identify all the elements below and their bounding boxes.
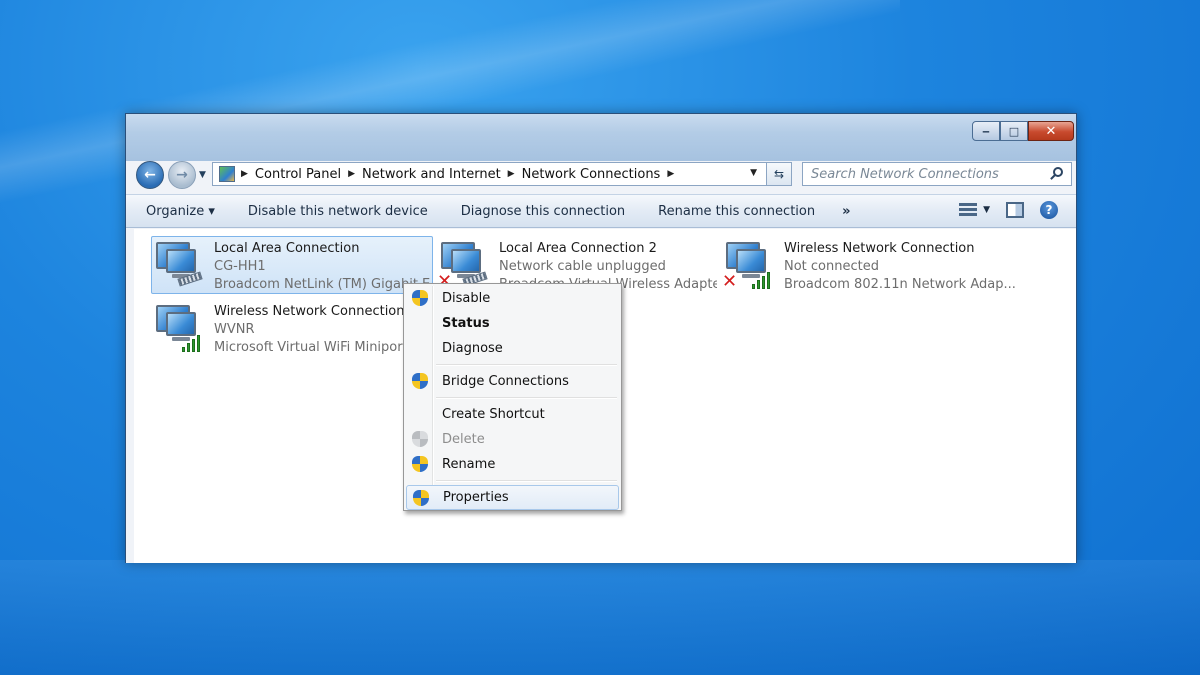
command-bar: Organize ▾ Disable this network device D… [126, 194, 1076, 228]
forward-arrow-icon: → [176, 167, 188, 183]
breadcrumb-chevron-icon[interactable]: ▶ [667, 169, 674, 179]
control-panel-icon [219, 166, 235, 182]
menu-item-label: Create Shortcut [442, 407, 545, 422]
connection-context-menu: Disable Status Diagnose Bridge Connectio… [403, 283, 622, 511]
breadcrumb-network-and-internet[interactable]: Network and Internet [362, 167, 501, 182]
uac-shield-icon [412, 290, 428, 307]
desktop-bottom-shade [0, 560, 1200, 675]
menu-item-create-shortcut[interactable]: Create Shortcut [406, 402, 619, 427]
connection-adapter: Broadcom NetLink (TM) Gigabit E [214, 277, 431, 292]
more-commands-button[interactable]: » [842, 204, 850, 219]
caption-buttons: ‒ □ ✕ [972, 121, 1074, 141]
menu-item-bridge-connections[interactable]: Bridge Connections [406, 369, 619, 394]
help-icon[interactable]: ? [1040, 201, 1058, 219]
menu-item-label: Disable [442, 291, 491, 306]
title-bar: ‒ □ ✕ [126, 114, 1076, 161]
connection-name: Wireless Network Connection 2 [214, 304, 417, 319]
connection-wireless[interactable]: ✕ Wireless Network Connection Not connec… [721, 236, 1021, 294]
forward-button[interactable]: → [168, 161, 196, 189]
close-button[interactable]: ✕ [1028, 121, 1074, 141]
wireless-network-icon: ✕ [722, 237, 778, 293]
breadcrumb-chevron-icon[interactable]: ▶ [508, 169, 515, 179]
signal-bars-icon [752, 269, 776, 289]
connection-local-area[interactable]: Local Area Connection CG-HH1 Broadcom Ne… [151, 236, 433, 294]
uac-shield-icon [412, 373, 428, 390]
connection-wireless-2[interactable]: Wireless Network Connection 2 WVNR Micro… [151, 299, 433, 357]
menu-item-label: Bridge Connections [442, 374, 569, 389]
view-options-chevron-down-icon[interactable]: ▼ [983, 205, 990, 215]
back-arrow-icon: ← [144, 167, 156, 183]
diagnose-connection-button[interactable]: Diagnose this connection [461, 204, 625, 219]
change-view-icon[interactable] [959, 202, 978, 218]
menu-item-properties[interactable]: Properties [406, 485, 619, 510]
connection-name: Wireless Network Connection [784, 241, 975, 256]
recent-pages-chevron-down-icon[interactable]: ▼ [199, 170, 206, 180]
minimize-button[interactable]: ‒ [972, 121, 1000, 141]
connection-name: Local Area Connection [214, 241, 360, 256]
rename-connection-button[interactable]: Rename this connection [658, 204, 815, 219]
connection-adapter: Microsoft Virtual WiFi Miniport A [214, 340, 421, 355]
search-icon[interactable] [1049, 166, 1065, 182]
menu-item-rename[interactable]: Rename [406, 452, 619, 477]
connection-status: WVNR [214, 322, 255, 337]
wired-network-icon [152, 237, 208, 293]
preview-pane-icon[interactable] [1006, 202, 1024, 218]
search-input[interactable] [811, 166, 1041, 182]
address-row: ← → ▼ ▶ Control Panel ▶ Network and Inte… [126, 158, 1076, 192]
menu-separator [406, 394, 619, 402]
menu-item-label: Properties [443, 490, 509, 505]
refresh-icon: ⇆ [773, 167, 785, 181]
menu-separator [406, 361, 619, 369]
connection-status: CG-HH1 [214, 259, 266, 274]
disable-network-device-button[interactable]: Disable this network device [248, 204, 428, 219]
menu-item-diagnose[interactable]: Diagnose [406, 336, 619, 361]
signal-bars-icon [182, 332, 206, 352]
disconnected-x-icon: ✕ [722, 271, 738, 292]
organize-button[interactable]: Organize ▾ [146, 204, 215, 219]
menu-item-status[interactable]: Status [406, 311, 619, 336]
uac-shield-icon [412, 456, 428, 473]
breadcrumb-network-connections[interactable]: Network Connections [522, 167, 661, 182]
refresh-button[interactable]: ⇆ [766, 162, 792, 186]
uac-shield-disabled-icon [412, 431, 428, 448]
menu-item-disable[interactable]: Disable [406, 286, 619, 311]
address-bar[interactable]: ▶ Control Panel ▶ Network and Internet ▶… [212, 162, 792, 186]
menu-item-label: Delete [442, 432, 485, 447]
menu-separator [406, 477, 619, 485]
back-button[interactable]: ← [136, 161, 164, 189]
breadcrumb-chevron-icon[interactable]: ▶ [241, 169, 248, 179]
menu-item-label: Rename [442, 457, 496, 472]
menu-item-label: Diagnose [442, 341, 503, 356]
connection-status: Not connected [784, 259, 879, 274]
search-box[interactable] [802, 162, 1072, 186]
connection-name: Local Area Connection 2 [499, 241, 657, 256]
toolbar-right-group: ▼ ? [959, 201, 1058, 219]
maximize-button[interactable]: □ [1000, 121, 1028, 141]
breadcrumb-control-panel[interactable]: Control Panel [255, 167, 341, 182]
breadcrumb-chevron-icon[interactable]: ▶ [348, 169, 355, 179]
uac-shield-icon [413, 490, 429, 507]
wireless-network-icon [152, 300, 208, 356]
menu-item-label: Status [442, 316, 490, 331]
menu-item-delete[interactable]: Delete [406, 427, 619, 452]
connection-status: Network cable unplugged [499, 259, 666, 274]
connection-adapter: Broadcom 802.11n Network Adap... [784, 277, 1016, 292]
address-history-chevron-down-icon[interactable]: ▼ [750, 168, 757, 178]
